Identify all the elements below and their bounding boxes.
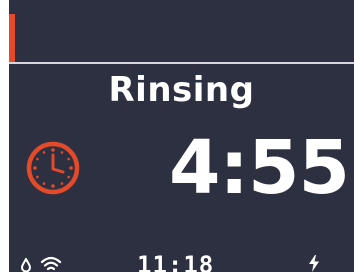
current-time: 11:18 xyxy=(137,251,215,272)
wifi-icon xyxy=(40,256,62,271)
timer-clock-icon xyxy=(26,141,80,195)
program-status-label: Rinsing xyxy=(108,70,255,110)
accent-strip xyxy=(9,14,15,62)
top-bar xyxy=(9,0,354,62)
water-drop-icon xyxy=(20,258,32,272)
time-remaining: 4:55 xyxy=(168,125,350,211)
power-bolt-icon xyxy=(309,255,319,272)
appliance-display: Rinsing 4:55 11:18 xyxy=(9,0,354,272)
divider xyxy=(9,62,354,64)
status-bar: 11:18 xyxy=(9,252,354,272)
